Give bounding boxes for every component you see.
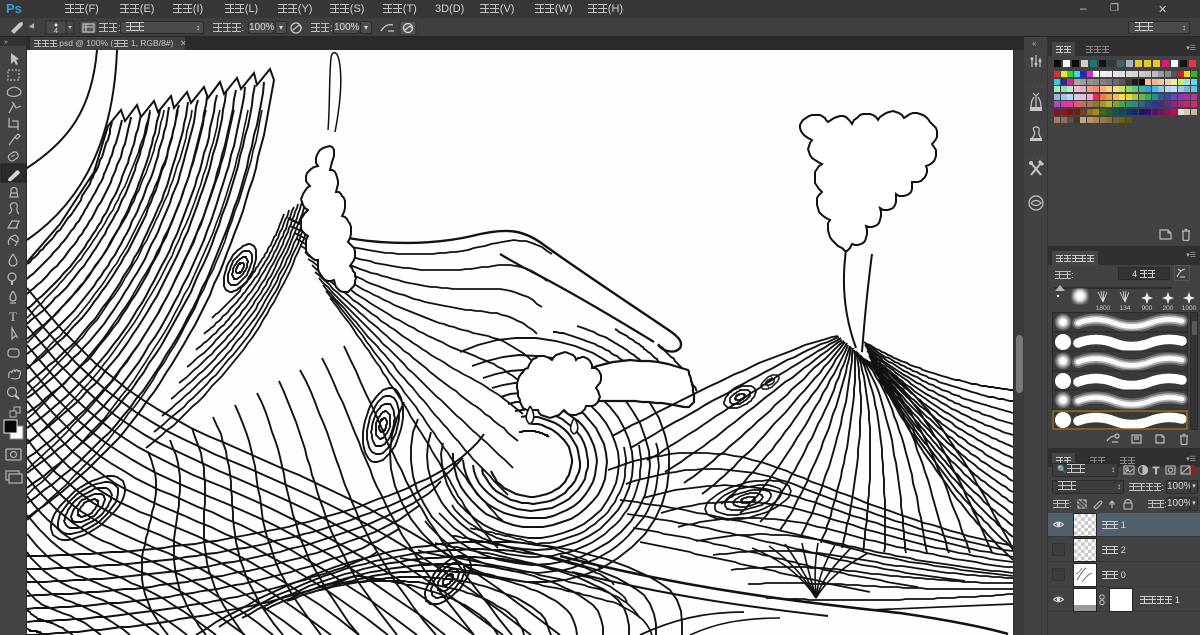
- svg-text:200: 200: [1163, 305, 1174, 312]
- svg-text:«: «: [1032, 39, 1037, 48]
- svg-text:1800: 1800: [1096, 305, 1111, 312]
- svg-text:900: 900: [1142, 305, 1153, 312]
- svg-text:»: »: [4, 39, 8, 46]
- svg-text:134: 134: [1120, 305, 1131, 312]
- svg-text:T: T: [1153, 466, 1159, 477]
- svg-text:1000: 1000: [1182, 305, 1197, 312]
- svg-text:T: T: [9, 309, 17, 324]
- svg-text:4: 4: [54, 28, 58, 35]
